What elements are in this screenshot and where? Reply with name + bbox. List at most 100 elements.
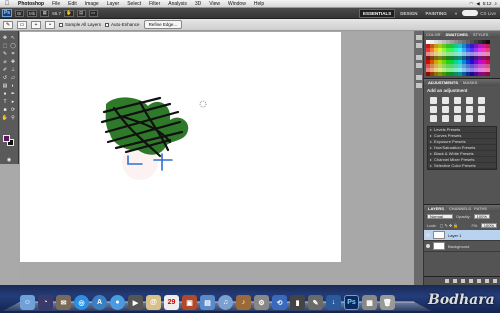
adjustment-layer-icon[interactable] bbox=[469, 279, 473, 283]
curves-icon[interactable] bbox=[454, 97, 461, 104]
arrange-documents-button[interactable]: ▤ bbox=[76, 9, 86, 17]
search-field[interactable] bbox=[462, 10, 479, 16]
gradient-tool-icon[interactable]: ▤ bbox=[1, 82, 9, 89]
paragraph-icon[interactable] bbox=[416, 83, 422, 88]
new-group-icon[interactable] bbox=[477, 279, 481, 283]
brush-size-picker-icon[interactable]: • bbox=[45, 20, 55, 29]
history-icon[interactable] bbox=[416, 35, 422, 40]
tab-layers[interactable]: LAYERS bbox=[426, 206, 446, 211]
marquee-tool-icon[interactable]: ⬚ bbox=[1, 42, 9, 49]
itunes-icon[interactable]: ♫ bbox=[218, 295, 233, 310]
channel-mixer-icon[interactable] bbox=[478, 106, 485, 113]
layer-name[interactable]: Layer 1 bbox=[448, 233, 461, 238]
eyedropper-tool-icon[interactable]: ⌀ bbox=[1, 58, 9, 65]
threshold-icon[interactable] bbox=[454, 115, 461, 122]
tab-swatches[interactable]: SWATCHES bbox=[443, 32, 470, 37]
posterize-icon[interactable] bbox=[442, 115, 449, 122]
dashboard-icon[interactable]: ◔ bbox=[38, 295, 53, 310]
quick-mask-icon[interactable]: ◉ bbox=[1, 156, 17, 163]
menu-select[interactable]: Select bbox=[123, 1, 145, 7]
3d-rotate-tool-icon[interactable]: ⟳ bbox=[9, 106, 17, 113]
zoom-level[interactable]: 66.7 bbox=[52, 11, 61, 16]
menu-file[interactable]: File bbox=[48, 1, 64, 7]
blur-tool-icon[interactable]: ◐ bbox=[9, 82, 17, 89]
menu-filter[interactable]: Filter bbox=[145, 1, 164, 7]
pen-tool-icon[interactable]: ✒ bbox=[9, 90, 17, 97]
layer-row[interactable]: Background bbox=[424, 241, 500, 252]
menu-app-name[interactable]: Photoshop bbox=[14, 1, 48, 7]
quick-selection-preset-icon[interactable]: ✎ bbox=[3, 20, 13, 29]
workspace-more[interactable]: » bbox=[452, 10, 461, 17]
black-white-icon[interactable] bbox=[454, 106, 461, 113]
workspace-design[interactable]: DESIGN bbox=[397, 10, 420, 17]
tab-adjustments[interactable]: ADJUSTMENTS bbox=[426, 80, 461, 85]
documents-stack-icon[interactable]: ▦ bbox=[362, 295, 377, 310]
photoshop-dock-icon[interactable]: Ps bbox=[344, 295, 359, 310]
apple-icon[interactable]:  bbox=[0, 1, 14, 7]
hand-tool-button[interactable]: ✋ bbox=[64, 9, 74, 17]
photo-booth-icon[interactable]: ▣ bbox=[182, 295, 197, 310]
auto-enhance-checkbox[interactable]: Auto-Enhance bbox=[105, 22, 140, 27]
selective-color-icon[interactable] bbox=[478, 115, 485, 122]
mail-icon[interactable]: ✉ bbox=[56, 295, 71, 310]
tab-styles[interactable]: STYLES bbox=[473, 32, 489, 37]
hue-saturation-icon[interactable] bbox=[430, 106, 437, 113]
menu-3d[interactable]: 3D bbox=[191, 1, 205, 7]
iphoto-icon[interactable]: ▤ bbox=[200, 295, 215, 310]
chat-icon[interactable]: ● bbox=[110, 295, 125, 310]
layer-style-icon[interactable] bbox=[453, 279, 457, 283]
finder-icon[interactable]: ☺ bbox=[20, 295, 35, 310]
photo-filter-icon[interactable] bbox=[466, 106, 473, 113]
lasso-tool-icon[interactable]: ◯ bbox=[9, 42, 17, 49]
opacity-input[interactable]: 100% bbox=[473, 214, 490, 219]
downloads-icon[interactable]: ↓ bbox=[326, 295, 341, 310]
character-icon[interactable] bbox=[416, 75, 422, 80]
terminal-icon[interactable]: ▮ bbox=[290, 295, 305, 310]
preview-icon[interactable]: ✎ bbox=[308, 295, 323, 310]
type-tool-icon[interactable]: T bbox=[1, 98, 9, 105]
calendar-icon[interactable]: 29 bbox=[164, 295, 179, 310]
clone-source-icon[interactable] bbox=[416, 63, 422, 68]
cs-live-button[interactable]: CS Live bbox=[480, 11, 496, 16]
fill-input[interactable]: 100% bbox=[480, 223, 497, 228]
brightness-contrast-icon[interactable] bbox=[430, 97, 437, 104]
sample-all-layers-checkbox[interactable]: Sample All Layers bbox=[59, 22, 101, 27]
add-to-selection-icon[interactable]: + bbox=[31, 20, 41, 29]
wifi-icon[interactable]: ◠ bbox=[469, 1, 473, 7]
blend-mode-select[interactable]: Normal bbox=[427, 214, 453, 219]
invert-icon[interactable] bbox=[430, 115, 437, 122]
menu-edit[interactable]: Edit bbox=[64, 1, 81, 7]
add-mask-icon[interactable] bbox=[461, 279, 465, 283]
new-layer-icon[interactable] bbox=[485, 279, 489, 283]
artboard-tool-icon[interactable]: ↖ bbox=[9, 34, 17, 41]
canvas[interactable] bbox=[20, 32, 341, 262]
menu-analysis[interactable]: Analysis bbox=[164, 1, 191, 7]
healing-brush-tool-icon[interactable]: ✚ bbox=[9, 58, 17, 65]
tab-masks[interactable]: MASKS bbox=[463, 80, 477, 85]
trash-icon[interactable] bbox=[493, 279, 497, 283]
garageband-icon[interactable]: ♪ bbox=[236, 295, 251, 310]
brushes-icon[interactable] bbox=[416, 55, 422, 60]
color-balance-icon[interactable] bbox=[442, 106, 449, 113]
launch-minibridge-button[interactable]: Mb bbox=[27, 9, 38, 17]
gradient-map-icon[interactable] bbox=[466, 115, 473, 122]
workspace-essentials[interactable]: ESSENTIALS bbox=[359, 8, 396, 18]
tab-color[interactable]: COLOR bbox=[426, 32, 440, 37]
launch-bridge-button[interactable]: Br bbox=[15, 9, 24, 17]
safari-icon[interactable]: ◎ bbox=[74, 295, 89, 310]
vibrance-icon[interactable] bbox=[478, 97, 485, 104]
link-layers-icon[interactable] bbox=[445, 279, 449, 283]
menu-window[interactable]: Window bbox=[224, 1, 250, 7]
spotlight-icon[interactable]: ⌕ bbox=[494, 1, 497, 6]
menu-help[interactable]: Help bbox=[250, 1, 268, 7]
quick-selection-tool-icon[interactable]: ✎ bbox=[1, 50, 9, 57]
menu-layer[interactable]: Layer bbox=[103, 1, 124, 7]
hand-tool-icon[interactable]: ✋ bbox=[1, 114, 9, 121]
clone-stamp-tool-icon[interactable]: ⊥ bbox=[9, 66, 17, 73]
dodge-tool-icon[interactable]: ● bbox=[1, 90, 9, 97]
menu-image[interactable]: Image bbox=[81, 1, 103, 7]
path-selection-tool-icon[interactable]: ▸ bbox=[9, 98, 17, 105]
screen-mode-button[interactable]: ▭ bbox=[88, 9, 98, 17]
refine-edge-button[interactable]: Refine Edge... bbox=[143, 20, 183, 29]
volume-icon[interactable]: ◀ bbox=[476, 1, 479, 7]
